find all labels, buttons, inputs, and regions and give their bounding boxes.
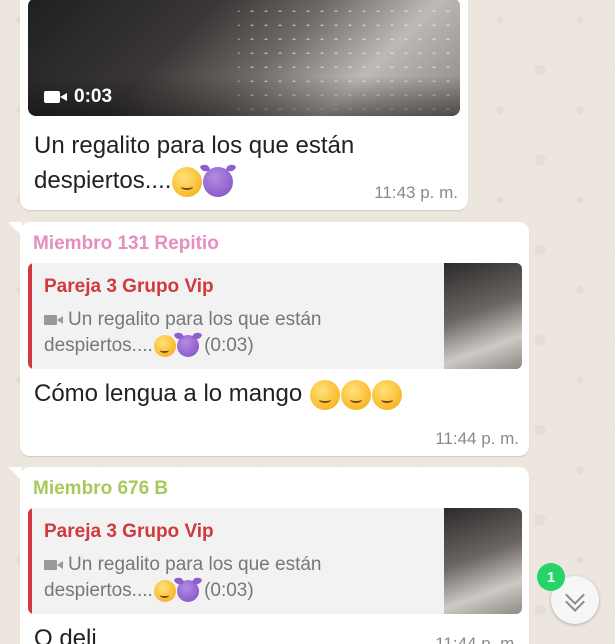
quoted-video-thumbnail <box>444 263 522 369</box>
drooling-face-icon <box>153 579 176 602</box>
message-time: 11:44 p. m. <box>435 634 519 644</box>
message-bubble-video[interactable]: 0:03 Un regalito para los que están desp… <box>20 0 468 210</box>
quoted-duration: (0:03) <box>204 335 254 356</box>
video-camera-icon <box>44 314 64 326</box>
quoted-text: Un regalito para los que están despierto… <box>44 309 322 357</box>
drooling-face-icon <box>309 379 340 410</box>
message-time: 11:44 p. m. <box>435 429 519 448</box>
drooling-face-icon <box>340 379 371 410</box>
message-time: 11:43 p. m. <box>374 183 458 202</box>
sender-name[interactable]: Miembro 131 Repitio <box>33 233 219 255</box>
smiling-devil-icon <box>203 166 234 197</box>
video-duration: 0:03 <box>74 86 113 107</box>
drooling-face-icon <box>172 166 203 197</box>
quoted-message[interactable]: Pareja 3 Grupo Vip Un regalito para los … <box>28 508 522 614</box>
message-text: Cómo lengua a lo mango <box>34 378 402 410</box>
drooling-face-icon <box>371 379 402 410</box>
quoted-video-thumbnail <box>444 508 522 614</box>
message-text: O deli <box>34 625 97 644</box>
quoted-author: Pareja 3 Grupo Vip <box>44 521 214 542</box>
video-thumbnail[interactable]: 0:03 <box>28 0 460 116</box>
quoted-message[interactable]: Pareja 3 Grupo Vip Un regalito para los … <box>28 263 522 369</box>
video-camera-icon <box>44 91 68 103</box>
sender-name[interactable]: Miembro 676 B <box>33 478 168 500</box>
video-camera-icon <box>44 559 64 571</box>
quoted-author: Pareja 3 Grupo Vip <box>44 276 214 297</box>
smiling-devil-icon <box>176 579 199 602</box>
message-bubble[interactable]: Miembro 676 B Pareja 3 Grupo Vip Un rega… <box>8 467 529 644</box>
quoted-duration: (0:03) <box>204 580 254 601</box>
drooling-face-icon <box>153 334 176 357</box>
quoted-text: Un regalito para los que están despierto… <box>44 554 322 602</box>
unread-count-badge[interactable]: 1 <box>537 563 565 591</box>
smiling-devil-icon <box>176 334 199 357</box>
video-meta: 0:03 <box>44 86 112 108</box>
message-bubble[interactable]: Miembro 131 Repitio Pareja 3 Grupo Vip U… <box>8 222 529 456</box>
